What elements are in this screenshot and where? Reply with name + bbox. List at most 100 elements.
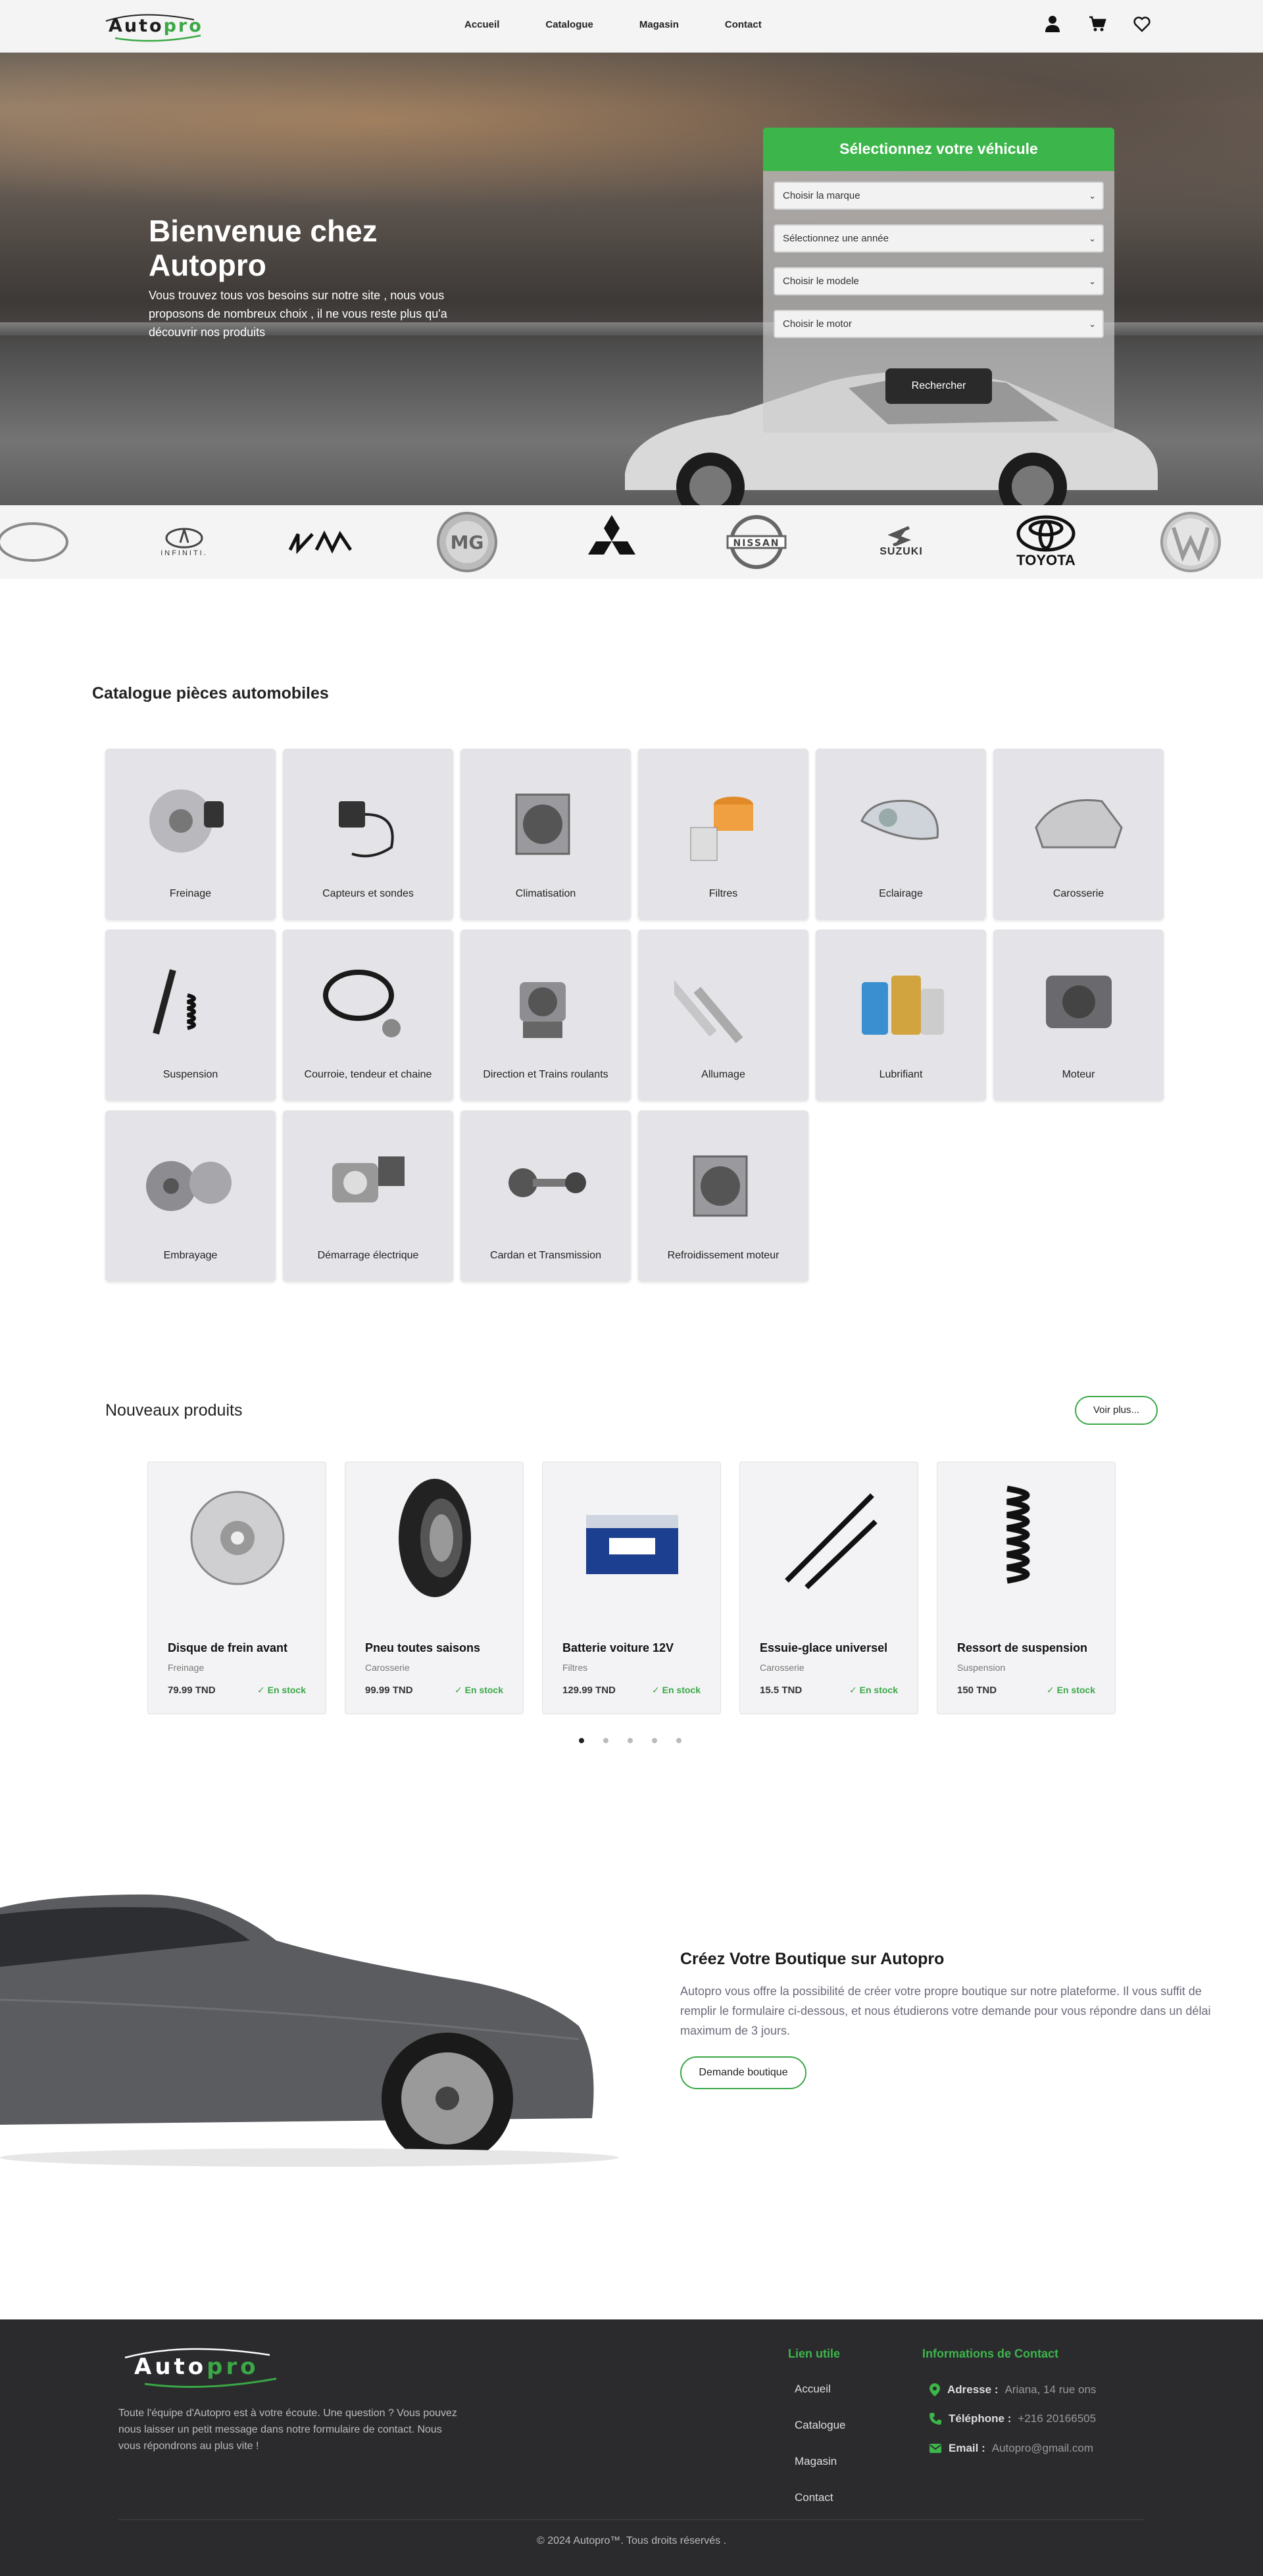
email-icon	[929, 2444, 941, 2453]
motor-select[interactable]: Choisir le motor ⌄	[774, 310, 1104, 338]
carousel-dot[interactable]	[676, 1738, 681, 1743]
brand-logo-mg[interactable]: MG	[431, 509, 503, 575]
product-name: Ressort de suspension	[957, 1641, 1088, 1654]
product-price: 79.99 TND	[168, 1685, 216, 1696]
product-category: Filtres	[562, 1662, 588, 1673]
boutique-text: Autopro vous offre la possibilité de cré…	[680, 1985, 1211, 2037]
nav-catalogue[interactable]: Catalogue	[545, 19, 593, 30]
hero-title: Bienvenue chez Autopro	[149, 214, 378, 282]
cart-icon[interactable]	[1088, 14, 1106, 33]
catalog-card[interactable]: Allumage	[638, 929, 808, 1101]
catalog-card[interactable]: Carosserie	[993, 749, 1164, 920]
vehicle-finder: Sélectionnez votre véhicule Choisir la m…	[763, 128, 1114, 433]
catalog-card[interactable]: Courroie, tendeur et chaine	[283, 929, 453, 1101]
product-card[interactable]: Pneu toutes saisons Carosserie 99.99 TND ✓ …	[345, 1462, 524, 1714]
product-card[interactable]: Batterie voiture 12V Filtres 129.99 TND ✓ E…	[542, 1462, 721, 1714]
footer-link-magasin[interactable]: Magasin	[795, 2455, 837, 2468]
autopro-logo[interactable]: Autopro	[102, 12, 207, 42]
category-image	[339, 801, 394, 858]
new-products-title: Nouveaux produits	[105, 1401, 243, 1420]
catalog-card[interactable]: Moteur	[993, 929, 1164, 1101]
product-image	[399, 1479, 471, 1597]
year-select[interactable]: Sélectionnez une année ⌄	[774, 224, 1104, 253]
catalog-card-label: Courroie, tendeur et chaine	[304, 1069, 432, 1080]
catalog-card[interactable]: Lubrifiant	[816, 929, 986, 1101]
brand-select[interactable]: Choisir la marque ⌄	[774, 182, 1104, 210]
carousel-dot[interactable]	[603, 1738, 608, 1743]
carousel-dot[interactable]	[628, 1738, 633, 1743]
user-icon[interactable]	[1043, 14, 1062, 33]
product-price: 15.5 TND	[760, 1685, 803, 1696]
catalog-card[interactable]: Direction et Trains roulants	[460, 929, 631, 1101]
catalog-card-label: Embrayage	[163, 1250, 218, 1261]
catalog-card[interactable]: Freinage	[105, 749, 276, 920]
brand-logo-vw[interactable]	[1154, 509, 1227, 575]
brand-logo-nissan[interactable]: NISSAN	[720, 509, 793, 575]
boutique-request-button[interactable]: Demande boutique	[680, 2056, 806, 2089]
catalog-card[interactable]: Capteurs et sondes	[283, 749, 453, 920]
footer-logo[interactable]: Autopro	[118, 2344, 283, 2390]
footer-link-catalogue[interactable]: Catalogue	[795, 2419, 846, 2432]
chevron-down-icon: ⌄	[1089, 234, 1096, 243]
location-pin-icon	[929, 2383, 940, 2396]
footer-logo-text: Autopro	[134, 2354, 259, 2380]
catalog-card[interactable]: Eclairage	[816, 749, 986, 920]
top-navbar: Autopro Accueil Catalogue Magasin Contac…	[0, 0, 1263, 53]
logo-text: Autopro	[109, 16, 203, 36]
nav-contact[interactable]: Contact	[725, 19, 762, 30]
product-card[interactable]: Disque de frein avant Freinage 79.99 TND ✓ …	[147, 1462, 326, 1714]
category-image	[323, 970, 401, 1037]
catalog-card[interactable]: Refroidissement moteur	[638, 1110, 808, 1281]
heart-icon[interactable]	[1133, 14, 1151, 33]
brand-logo-toyota[interactable]: TOYOTA	[1006, 509, 1085, 575]
chevron-down-icon: ⌄	[1089, 319, 1096, 329]
catalog-card-label: Démarrage électrique	[317, 1250, 419, 1261]
catalog-card[interactable]: Démarrage électrique	[283, 1110, 453, 1281]
chevron-down-icon: ⌄	[1089, 191, 1096, 201]
brand-logo-byd[interactable]	[0, 509, 72, 575]
catalog-card[interactable]: Suspension	[105, 929, 276, 1101]
model-select[interactable]: Choisir le modele ⌄	[774, 267, 1104, 295]
footer-link-contact[interactable]: Contact	[795, 2491, 833, 2504]
useful-links-title: Lien utile	[788, 2347, 841, 2360]
footer-link-accueil[interactable]: Accueil	[795, 2383, 831, 2396]
catalog-card-label: Cardan et Transmission	[490, 1250, 601, 1261]
catalog-card[interactable]: Climatisation	[460, 749, 631, 920]
nav-magasin[interactable]: Magasin	[639, 19, 679, 30]
svg-text:NISSAN: NISSAN	[733, 538, 780, 549]
contact-address: Adresse : Ariana, 14 rue ons	[929, 2383, 1096, 2397]
product-image	[586, 1515, 678, 1574]
brand-logo-kia[interactable]	[283, 509, 362, 575]
product-card[interactable]: Essuie-glace universel Carosserie 15.5 TND…	[739, 1462, 918, 1714]
product-name: Pneu toutes saisons	[365, 1641, 481, 1654]
product-card[interactable]: Ressort de suspension Suspension 150 TND ✓ …	[937, 1462, 1116, 1714]
footer-divider	[118, 2519, 1145, 2520]
see-more-button[interactable]: Voir plus...	[1075, 1396, 1158, 1425]
carousel-dots	[579, 1738, 681, 1743]
product-price: 129.99 TND	[562, 1685, 616, 1696]
catalog-card-label: Lubrifiant	[879, 1069, 923, 1080]
search-button[interactable]: Rechercher	[885, 368, 992, 404]
brand-logo-infiniti[interactable]: INFINITI.	[141, 509, 227, 575]
brand-logo-suzuki[interactable]: SUZUKI	[865, 509, 937, 575]
category-image	[1046, 976, 1112, 1028]
catalog-card-label: Capteurs et sondes	[322, 888, 414, 899]
catalog-card-label: Allumage	[701, 1069, 745, 1080]
catalog-card-label: Refroidissement moteur	[667, 1250, 780, 1261]
product-price: 150 TND	[957, 1685, 997, 1696]
carousel-dot[interactable]	[652, 1738, 657, 1743]
catalog-title: Catalogue pièces automobiles	[92, 684, 329, 703]
copyright: © 2024 Autopro™. Tous droits réservés .	[536, 2535, 727, 2546]
brand-logos-strip: INFINITI. MG NISSAN SUZUKI TOYOTA	[0, 505, 1263, 579]
catalog-card[interactable]: Embrayage	[105, 1110, 276, 1281]
main-menu: Accueil Catalogue Magasin Contact	[464, 19, 808, 30]
carousel-dot[interactable]	[579, 1738, 584, 1743]
catalog-card-label: Climatisation	[515, 888, 576, 899]
catalog-card[interactable]: Cardan et Transmission	[460, 1110, 631, 1281]
footer-description: Toute l'équipe d'Autopro est à votre éco…	[118, 2408, 457, 2452]
brand-logo-mitsubishi[interactable]	[576, 509, 648, 575]
category-image	[674, 980, 743, 1043]
stock-status: ✓ En stock	[849, 1685, 898, 1695]
nav-accueil[interactable]: Accueil	[464, 19, 499, 30]
catalog-card[interactable]: Filtres	[638, 749, 808, 920]
